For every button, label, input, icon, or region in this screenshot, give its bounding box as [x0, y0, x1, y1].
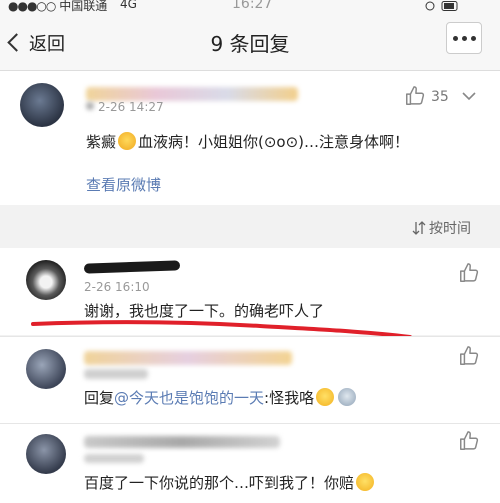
reply-time-redacted: [84, 454, 144, 463]
comment-text: 紫癜 血液病！小姐姐你(⊙o⊙)…注意身体啊！: [86, 132, 410, 151]
status-bar: ●●●○○ 中国联通 4G 16:27: [0, 0, 500, 14]
comment-time: 2-26 14:27: [98, 100, 164, 114]
reply-time: 2-26 16:10: [84, 280, 150, 294]
status-time: 16:27: [232, 0, 273, 12]
view-original-link[interactable]: 查看原微博: [86, 174, 161, 195]
reply-text: 回复@今天也是饱饱的一天:怪我咯: [84, 387, 358, 408]
signal-icon: ●●●○○: [8, 0, 56, 13]
signal-and-carrier: ●●●○○ 中国联通: [8, 0, 108, 13]
reply-item: 百度了一下你说的那个…吓到我了！你赔: [0, 424, 500, 503]
username-redacted[interactable]: [84, 351, 292, 365]
mention-link[interactable]: @今天也是饱饱的一天: [114, 389, 264, 407]
thumbs-up-icon[interactable]: [458, 262, 480, 284]
more-button[interactable]: [446, 22, 482, 54]
username-redacted[interactable]: [84, 436, 280, 448]
main-comment-card: 2-26 14:27 35 紫癜 血液病！小姐姐你(⊙o⊙)…注意身体啊！ 查看原…: [0, 71, 500, 205]
avatar[interactable]: [26, 434, 66, 474]
more-dots-icon: [453, 36, 458, 41]
network-type: 4G: [120, 0, 137, 11]
thumbs-up-icon[interactable]: [458, 345, 480, 367]
sort-icon: [412, 221, 426, 235]
thumbs-up-icon[interactable]: [404, 85, 426, 107]
username-redacted[interactable]: [86, 87, 298, 101]
battery-icon: [425, 1, 458, 11]
laughing-emoji-icon: [356, 473, 375, 491]
nav-bar: 返回 9 条回复: [0, 14, 500, 71]
sort-by-time-button[interactable]: 按时间: [412, 218, 471, 238]
laughing-emoji-icon: [316, 388, 335, 406]
username-redacted[interactable]: [83, 260, 181, 274]
page-title: 9 条回复: [210, 32, 290, 56]
reply-time-redacted: [84, 369, 148, 379]
thumbs-up-icon[interactable]: [458, 430, 480, 452]
avatar[interactable]: [20, 83, 64, 127]
avatar[interactable]: [26, 260, 66, 300]
dizzy-emoji-icon: [338, 388, 357, 406]
reply-text: 百度了一下你说的那个…吓到我了！你赔: [84, 472, 376, 493]
chevron-down-icon[interactable]: [462, 91, 476, 101]
like-count: 35: [431, 89, 449, 105]
reply-item: 回复@今天也是饱饱的一天:怪我咯: [0, 337, 500, 423]
shocked-emoji-icon: [118, 132, 137, 150]
avatar[interactable]: [26, 349, 66, 389]
